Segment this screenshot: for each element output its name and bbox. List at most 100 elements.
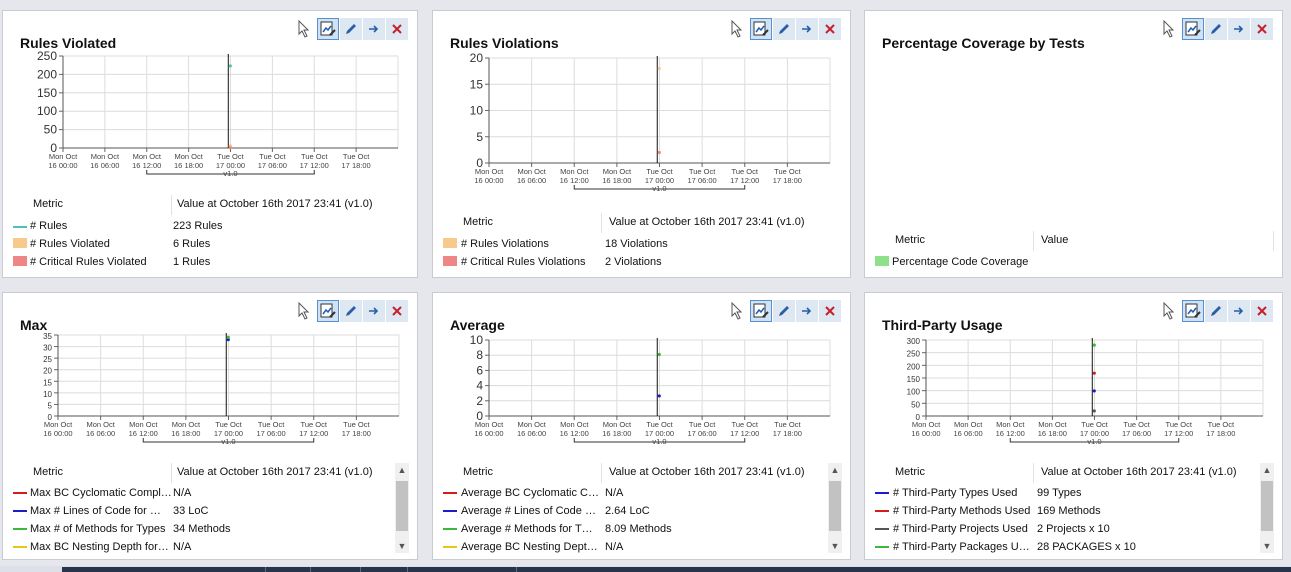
- x-tick-label: Mon Oct: [954, 420, 983, 429]
- legend-swatch: [13, 256, 27, 266]
- y-tick-label: 150: [907, 375, 921, 384]
- x-tick-label: 16 06:00: [90, 161, 119, 170]
- x-tick-label: Tue Oct: [646, 420, 673, 429]
- x-tick-label: Tue Oct: [301, 152, 328, 161]
- scroll-up-icon[interactable]: ▲: [395, 463, 409, 477]
- x-tick-label: 16 18:00: [1038, 429, 1067, 438]
- panel-percentage-coverage: Percentage Coverage by Tests Metric Valu…: [864, 10, 1283, 278]
- legend-swatch: [13, 226, 27, 228]
- data-point: [1092, 371, 1096, 375]
- y-tick-label: 200: [907, 362, 921, 371]
- x-tick-label: 16 06:00: [86, 429, 115, 438]
- legend-label: # Critical Rules Violations: [461, 256, 586, 268]
- legend-swatch: [443, 528, 457, 530]
- y-tick-label: 5: [476, 130, 483, 144]
- scroll-up-icon[interactable]: ▲: [828, 463, 842, 477]
- legend-value-header: Value at October 16th 2017 23:41 (v1.0): [609, 466, 805, 478]
- y-tick-label: 20: [470, 51, 484, 65]
- data-point: [657, 394, 661, 398]
- scroll-down-icon[interactable]: ▼: [395, 539, 409, 553]
- scrollbar-thumb[interactable]: [1261, 481, 1273, 531]
- taskbar-divider: [407, 567, 408, 572]
- arrow-right-icon[interactable]: [1228, 18, 1250, 40]
- legend-label: # Critical Rules Violated: [30, 256, 147, 268]
- max-chart: 35302520151050Mon Oct16 00:00Mon Oct16 0…: [43, 332, 400, 446]
- legend-label: # Third-Party Packages U…: [893, 541, 1030, 553]
- x-tick-label: Tue Oct: [732, 167, 759, 176]
- legend-swatch: [875, 256, 889, 266]
- x-tick-label: Tue Oct: [215, 420, 242, 429]
- average-chart: 1086420Mon Oct16 00:00Mon Oct16 06:00Mon…: [470, 333, 831, 446]
- y-tick-label: 25: [43, 355, 52, 364]
- chart-edit-icon[interactable]: [1182, 18, 1204, 40]
- legend-value: N/A: [173, 541, 192, 553]
- x-tick-label: 16 06:00: [517, 176, 546, 185]
- x-tick-label: Mon Oct: [475, 420, 504, 429]
- panel-third-party-usage: Third-Party Usage 300 250 200 150 100 50 0 Mon …: [864, 292, 1283, 560]
- scrollbar-thumb[interactable]: [829, 481, 841, 531]
- x-tick-label: Mon Oct: [133, 152, 162, 161]
- scroll-up-icon[interactable]: ▲: [1260, 463, 1274, 477]
- x-tick-label: Mon Oct: [172, 420, 201, 429]
- x-tick-label: Mon Oct: [86, 420, 115, 429]
- x-tick-label: Tue Oct: [343, 152, 370, 161]
- x-tick-label: Tue Oct: [217, 152, 244, 161]
- x-tick-label: 16 12:00: [560, 429, 589, 438]
- data-point: [657, 352, 661, 357]
- x-tick-label: Tue Oct: [689, 167, 716, 176]
- x-tick-label: 16 00:00: [48, 161, 77, 170]
- legend-label: Average # Lines of Code …: [461, 505, 596, 517]
- y-tick-label: 15: [470, 77, 484, 91]
- data-point: [657, 150, 661, 155]
- legend-divider: [601, 213, 602, 233]
- legend-value: N/A: [173, 487, 192, 499]
- scrollbar-thumb[interactable]: [396, 481, 408, 531]
- y-tick-label: 20: [43, 367, 52, 376]
- rules-violations-chart: 20151050Mon Oct16 00:00Mon Oct16 06:00Mo…: [470, 51, 831, 193]
- legend-value: 169 Methods: [1037, 505, 1101, 517]
- panel-title: Percentage Coverage by Tests: [882, 35, 1085, 51]
- legend-value-header: Value at October 16th 2017 23:41 (v1.0): [177, 466, 373, 478]
- legend-label: Average # Methods for T…: [461, 523, 593, 535]
- legend-swatch: [443, 238, 457, 248]
- y-tick-label: 5: [48, 401, 53, 410]
- legend-divider: [1033, 463, 1034, 483]
- legend-label: # Rules Violations: [461, 238, 549, 250]
- legend-swatch: [443, 256, 457, 266]
- x-tick-label: Mon Oct: [1038, 420, 1067, 429]
- x-tick-label: Tue Oct: [1081, 420, 1108, 429]
- pencil-icon[interactable]: [1205, 18, 1227, 40]
- close-icon[interactable]: [1251, 18, 1273, 40]
- legend-scrollbar[interactable]: ▲ ▼: [1260, 463, 1274, 553]
- taskbar-divider: [310, 567, 311, 572]
- x-tick-label: 16 06:00: [954, 429, 983, 438]
- x-tick-label: Mon Oct: [174, 152, 203, 161]
- x-tick-label: 17 06:00: [688, 176, 717, 185]
- legend-swatch: [875, 528, 889, 530]
- scroll-down-icon[interactable]: ▼: [828, 539, 842, 553]
- legend-swatch: [443, 492, 457, 494]
- legend-swatch: [875, 510, 889, 512]
- x-tick-label: Mon Oct: [603, 420, 632, 429]
- x-tick-label: Mon Oct: [91, 152, 120, 161]
- y-tick-label: 15: [43, 378, 52, 387]
- x-tick-label: Mon Oct: [49, 152, 78, 161]
- legend-label: # Rules: [30, 220, 68, 232]
- x-tick-label: Mon Oct: [560, 167, 589, 176]
- legend-value: 28 PACKAGES x 10: [1037, 541, 1136, 553]
- x-tick-label: 16 12:00: [129, 429, 158, 438]
- x-tick-label: 17 18:00: [342, 161, 371, 170]
- panel-rules-violated: Rules Violated 250 200 150 100 50 0 Mon Oct 16 …: [2, 10, 418, 278]
- legend-scrollbar[interactable]: ▲ ▼: [395, 463, 409, 553]
- legend-value: 33 LoC: [173, 505, 209, 517]
- panel-max: Max 35 30 25 20 15 10 5 0 Mon Oct 16 00:00 Mon Oct…: [2, 292, 418, 560]
- scroll-down-icon[interactable]: ▼: [1260, 539, 1274, 553]
- rules-violated-chart: 250200150100500Mon Oct16 00:00Mon Oct16 …: [37, 49, 399, 178]
- version-label: v1.0: [223, 169, 237, 178]
- x-tick-label: Tue Oct: [1208, 420, 1235, 429]
- legend-scrollbar[interactable]: ▲ ▼: [828, 463, 842, 553]
- legend-divider: [1273, 231, 1274, 251]
- x-tick-label: 16 18:00: [171, 429, 200, 438]
- legend-divider: [601, 463, 602, 483]
- pointer-icon[interactable]: [1159, 18, 1181, 40]
